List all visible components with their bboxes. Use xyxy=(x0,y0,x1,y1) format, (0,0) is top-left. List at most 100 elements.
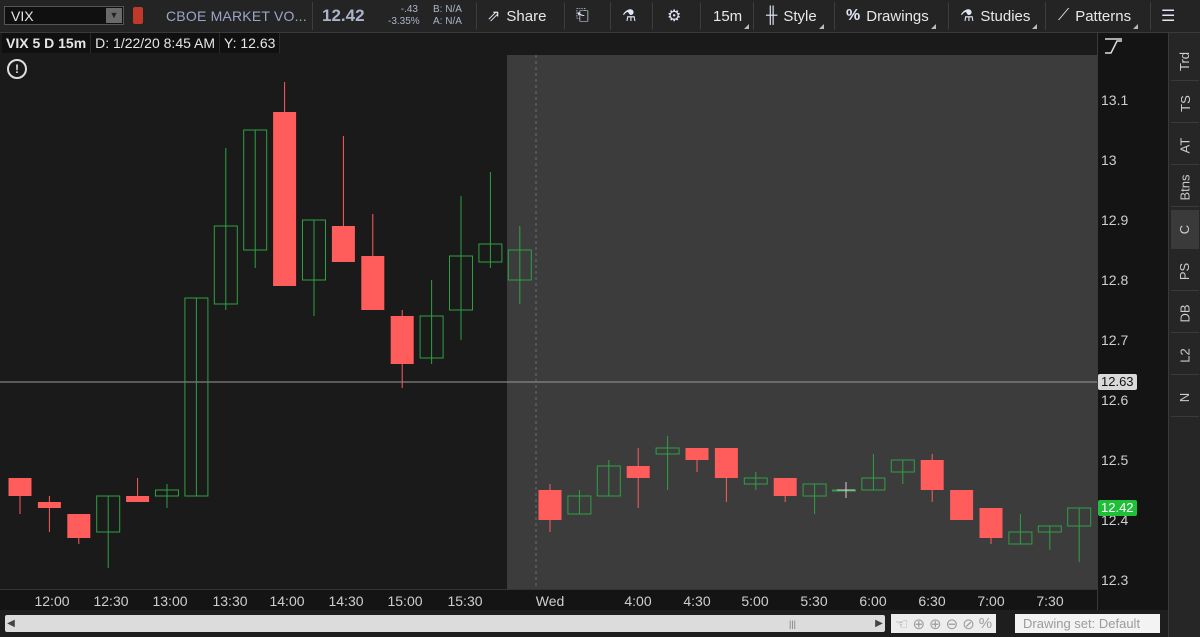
candle xyxy=(567,490,592,515)
scroll-thumb[interactable]: ||| xyxy=(789,619,801,629)
drawings-menu[interactable]: % Drawings xyxy=(846,5,936,29)
candle-body xyxy=(979,508,1003,538)
candle-body xyxy=(626,466,650,478)
candle xyxy=(861,454,886,491)
symbol-selector[interactable]: VIX ▼ xyxy=(4,6,124,25)
crosshair-icon[interactable]: ⊕ xyxy=(912,615,925,633)
bid-ask: B: N/A A: N/A xyxy=(433,4,462,28)
candle-body xyxy=(390,316,414,364)
divider xyxy=(610,2,611,30)
candle xyxy=(449,196,473,340)
candle xyxy=(979,508,1003,544)
sidebar-tab-at[interactable]: AT xyxy=(1171,126,1199,165)
price-tick-label: 13 xyxy=(1101,152,1117,168)
candle-body xyxy=(950,490,974,520)
time-tick-label: 6:00 xyxy=(859,593,887,609)
alert-flag-icon[interactable] xyxy=(133,7,143,24)
candle-body xyxy=(773,478,797,496)
timeframe-selector[interactable]: 15m xyxy=(713,5,750,29)
price-tick-label: 12.9 xyxy=(1101,212,1129,228)
dropdown-corner-icon xyxy=(1032,24,1038,29)
percent-icon: % xyxy=(846,7,861,24)
sidebar-tab-label: PS xyxy=(1177,262,1193,280)
patterns-menu[interactable]: ⟋ Patterns xyxy=(1058,5,1139,29)
zoom-controls: ☜ ⊕ ⊕ ⊖ ⊘ % xyxy=(891,614,997,633)
time-tick-label: 6:30 xyxy=(918,593,946,609)
sidebar-tab-ts[interactable]: TS xyxy=(1171,84,1199,123)
chevron-down-icon[interactable]: ▼ xyxy=(106,8,122,23)
right-sidebar xyxy=(1168,33,1200,637)
menu-icon: ☰ xyxy=(1161,8,1176,25)
divider xyxy=(700,2,701,30)
candle xyxy=(331,136,355,262)
price-tick-label: 12.3 xyxy=(1101,572,1129,588)
timeframe-label: 15m xyxy=(713,7,743,25)
company-name: CBOE MARKET VO... xyxy=(166,8,307,24)
sidebar-tab-l2[interactable]: L2 xyxy=(1171,336,1199,375)
info-alert-icon[interactable]: ! xyxy=(7,59,27,79)
scroll-left-icon[interactable]: ◀ xyxy=(6,615,16,632)
time-tick-label: 4:30 xyxy=(683,593,711,609)
hand-pan-icon[interactable]: ☜ xyxy=(895,615,908,633)
horizontal-scrollbar[interactable] xyxy=(5,615,885,632)
time-tick-label: 14:00 xyxy=(269,593,305,609)
candle xyxy=(507,226,532,304)
menu-button[interactable]: ☰ xyxy=(1161,5,1181,27)
time-tick-label: 5:30 xyxy=(800,593,828,609)
candle xyxy=(302,219,326,316)
candle xyxy=(596,460,621,497)
time-tick-label: 15:30 xyxy=(447,593,483,609)
style-menu[interactable]: ╫ Style xyxy=(766,5,824,29)
sidebar-tab-label: TS xyxy=(1177,94,1193,112)
candle-body xyxy=(861,477,886,491)
divider xyxy=(753,2,754,30)
collapse-toggle-icon[interactable] xyxy=(1103,37,1123,55)
zoom-in-icon[interactable]: ⊕ xyxy=(929,615,942,633)
time-tick-label: 7:00 xyxy=(977,593,1005,609)
candle xyxy=(1067,507,1092,562)
cursor-price: Y: 12.63 xyxy=(220,33,281,53)
candles-icon: ╫ xyxy=(766,7,778,24)
candle xyxy=(419,280,444,364)
zoom-out-icon[interactable]: ⊖ xyxy=(946,615,959,633)
price-tick-label: 12.5 xyxy=(1101,452,1129,468)
sidebar-tab-c[interactable]: C xyxy=(1171,210,1199,249)
sidebar-tab-btns[interactable]: Btns xyxy=(1171,168,1199,207)
studies-label: Studies xyxy=(980,7,1031,25)
candle-body xyxy=(802,483,827,497)
percent-change: -3.35% xyxy=(388,16,420,27)
time-tick-label: Wed xyxy=(535,593,565,609)
share-button[interactable]: ⇗ Share xyxy=(487,5,546,27)
alert-button[interactable]: ⎗ xyxy=(576,5,595,27)
chart-header: VIX 5 D 15m D: 1/22/20 8:45 AM Y: 12.63 xyxy=(2,33,281,53)
drawing-set-selector[interactable]: Drawing set: Default xyxy=(1015,614,1160,633)
candlestick-chart[interactable] xyxy=(0,33,1097,593)
candle xyxy=(126,478,150,502)
net-change: -.43 xyxy=(400,4,418,15)
sidebar-tab-label: Btns xyxy=(1177,173,1193,201)
sidebar-tab-db[interactable]: DB xyxy=(1171,294,1199,333)
sidebar-tab-trd[interactable]: Trd xyxy=(1171,42,1199,81)
sidebar-tab-ps[interactable]: PS xyxy=(1171,252,1199,291)
candle-body xyxy=(96,495,121,533)
sidebar-tab-n[interactable]: N xyxy=(1171,378,1199,417)
candle-body xyxy=(596,465,621,497)
candle-body xyxy=(155,489,179,497)
sidebar-tab-label: N xyxy=(1177,392,1193,402)
settings-button[interactable]: ⚙ xyxy=(667,5,687,27)
divider xyxy=(476,2,477,30)
scroll-right-icon[interactable]: ▶ xyxy=(874,615,884,632)
candle xyxy=(655,436,680,490)
flask-button[interactable]: ⚗ xyxy=(622,5,642,27)
candle xyxy=(243,129,268,268)
candle-body xyxy=(419,315,444,359)
percent-icon[interactable]: % xyxy=(979,615,992,632)
candle xyxy=(478,172,503,268)
sidebar-tab-label: AT xyxy=(1177,137,1193,153)
candle xyxy=(538,484,562,532)
studies-menu[interactable]: ⚗ Studies xyxy=(960,5,1038,29)
time-tick-label: 12:30 xyxy=(93,593,129,609)
patterns-label: Patterns xyxy=(1075,7,1132,25)
zoom-fit-icon[interactable]: ⊘ xyxy=(962,615,975,633)
candle-body xyxy=(8,478,32,496)
